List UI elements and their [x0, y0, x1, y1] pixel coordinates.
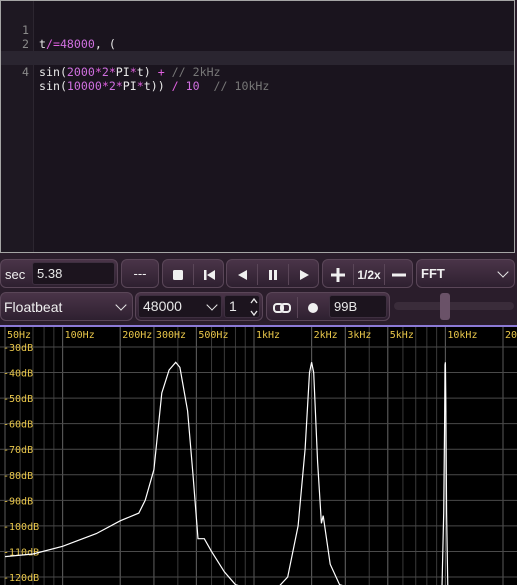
- code-line[interactable]: 3 sin(2000*2*PI*t) + // 2kHz: [1, 37, 514, 79]
- pause-button[interactable]: [258, 260, 288, 289]
- db-tick-label: -50dB: [3, 394, 33, 405]
- frequency-tick-label: 2kHz: [314, 330, 338, 341]
- sample-rate-value: 48000: [143, 298, 182, 314]
- time-unit-label: sec: [5, 267, 26, 282]
- db-tick-label: -100dB: [3, 522, 39, 533]
- settings-toolbar: Floatbeat 48000 1 99B: [0, 292, 517, 321]
- stereo-value: 1: [229, 298, 237, 314]
- playback-group: [226, 259, 319, 288]
- speed-group: 1/2x: [322, 259, 413, 288]
- db-tick-label: -120dB: [3, 573, 39, 584]
- code-line[interactable]: 2 sin(500*2*PI*t) + // 500Hz: [1, 23, 514, 65]
- play-reverse-button[interactable]: [227, 260, 257, 289]
- link-icon: [273, 302, 291, 313]
- play-reverse-icon: [238, 269, 247, 280]
- frequency-tick-label: 1kHz: [256, 330, 280, 341]
- time-input[interactable]: 5.38: [32, 262, 115, 285]
- code-text[interactable]: sin(2000*2*PI*t) + // 2kHz: [39, 65, 221, 79]
- frequency-tick-label: 20kHz: [505, 330, 517, 341]
- slow-down-button[interactable]: [384, 260, 414, 289]
- db-tick-label: -60dB: [3, 420, 33, 431]
- frequency-tick-label: 5kHz: [390, 330, 414, 341]
- frequency-tick-label: 3kHz: [347, 330, 371, 341]
- playback-toolbar: sec 5.38 --- 1/2x FFT: [0, 259, 517, 288]
- record-button[interactable]: [298, 293, 328, 322]
- code-line-active[interactable]: 4 sin(10000*2*PI*t)) / 10 // 10kHz: [1, 51, 514, 93]
- play-button[interactable]: [289, 260, 319, 289]
- spectrum-plot: 50Hz 100Hz 200Hz 300Hz 500Hz 1kHz 2kHz 3kHz 5kHz…: [0, 327, 517, 585]
- link-button[interactable]: [267, 293, 297, 322]
- stepper-arrows-icon[interactable]: [249, 296, 259, 318]
- restart-button[interactable]: [194, 260, 224, 289]
- code-editor[interactable]: 1 t/=48000, ( 2 sin(500*2*PI*t) + // 500…: [0, 0, 515, 253]
- chevron-down-icon: [497, 266, 509, 278]
- volume-slider-handle[interactable]: [440, 293, 450, 320]
- db-tick-label: -90dB: [3, 496, 33, 507]
- sample-rate-group: 48000 1: [135, 292, 263, 321]
- frequency-tick-label: 300Hz: [156, 330, 186, 341]
- db-tick-label: -70dB: [3, 445, 33, 456]
- view-mode-select[interactable]: FFT: [416, 259, 515, 288]
- db-tick-label: -40dB: [3, 369, 33, 380]
- line-number: 4: [22, 65, 29, 79]
- speed-up-button[interactable]: [323, 260, 353, 289]
- frequency-tick-label: 100Hz: [65, 330, 95, 341]
- pause-icon: [269, 269, 277, 280]
- volume-slider[interactable]: [394, 302, 514, 310]
- speed-label: 1/2x: [357, 267, 381, 282]
- code-size-display: 99B: [329, 295, 387, 318]
- share-group: 99B: [266, 292, 390, 321]
- view-mode-value: FFT: [421, 266, 445, 281]
- stop-button[interactable]: [163, 260, 193, 289]
- db-tick-label: -30dB: [3, 343, 33, 354]
- frequency-tick-label: 50Hz: [7, 330, 31, 341]
- minus-icon: [392, 273, 406, 276]
- code-line[interactable]: 1 t/=48000, (: [1, 9, 514, 51]
- spectrum-analyzer: 50Hz 100Hz 200Hz 300Hz 500Hz 1kHz 2kHz 3kHz 5kHz…: [0, 325, 517, 585]
- mode-value: Floatbeat: [4, 298, 63, 315]
- code-text[interactable]: sin(10000*2*PI*t)) / 10 // 10kHz: [39, 79, 269, 93]
- counter-label: ---: [133, 266, 147, 281]
- db-tick-label: -80dB: [3, 471, 33, 482]
- time-display: sec 5.38: [0, 259, 118, 288]
- counter-button[interactable]: ---: [121, 259, 159, 288]
- stop-icon: [173, 269, 183, 280]
- play-icon: [300, 269, 309, 280]
- stop-restart-group: [162, 259, 224, 288]
- frequency-tick-label: 500Hz: [198, 330, 228, 341]
- skip-to-start-icon: [203, 269, 215, 280]
- plus-icon: [331, 267, 345, 282]
- mode-select[interactable]: Floatbeat: [0, 292, 133, 321]
- frequency-tick-label: 200Hz: [122, 330, 152, 341]
- record-icon: [308, 302, 318, 313]
- frequency-tick-label: 10kHz: [447, 330, 477, 341]
- chevron-down-icon: [115, 299, 127, 311]
